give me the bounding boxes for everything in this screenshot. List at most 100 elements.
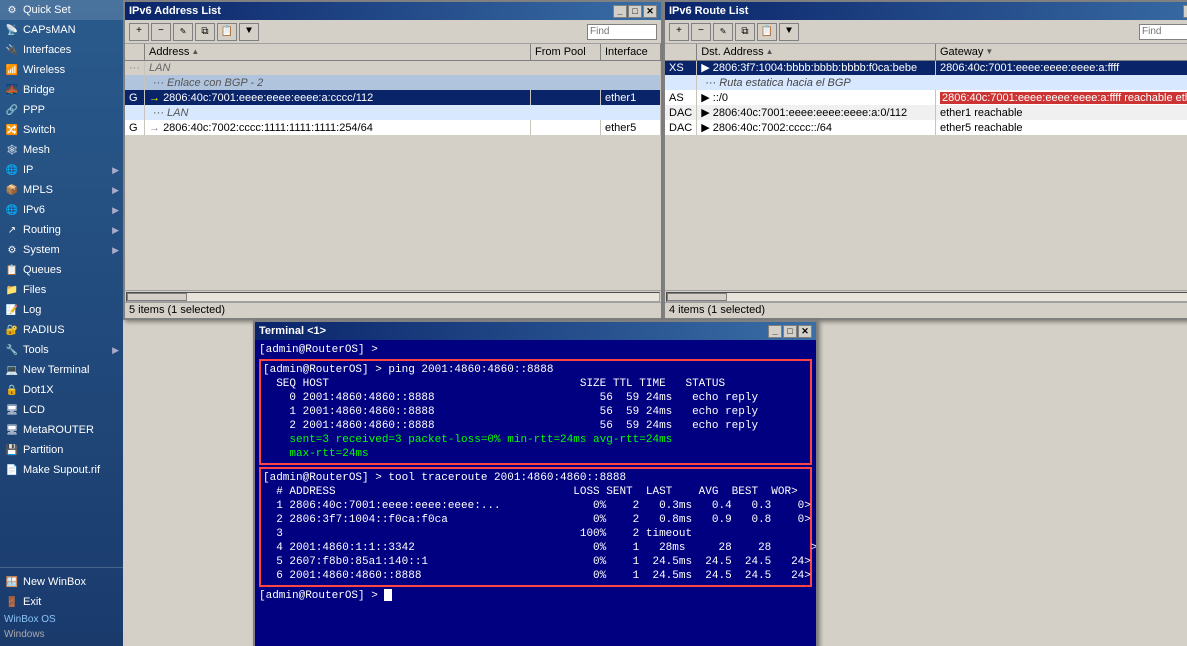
wireless-icon: 📶 <box>4 62 20 78</box>
addr-scrollbar-h[interactable] <box>125 290 661 302</box>
route-edit-btn[interactable]: ✎ <box>713 23 733 41</box>
addr-copy-btn[interactable]: ⧉ <box>195 23 215 41</box>
addr-edit-btn[interactable]: ✎ <box>173 23 193 41</box>
exit-icon: 🚪 <box>4 594 20 610</box>
terminal-close-btn[interactable]: ✕ <box>798 325 812 338</box>
traceroute-row-1: 2 2806:3f7:1004::f0ca:f0ca 0% 2 0.8ms 0.… <box>263 513 808 527</box>
addr-paste-btn[interactable]: 📋 <box>217 23 237 41</box>
radius-icon: 🔐 <box>4 322 20 338</box>
sidebar-item-partition[interactable]: 💾 Partition <box>0 440 123 460</box>
ping-prompt: [admin@RouterOS] > ping 2001:4860:4860::… <box>263 363 808 377</box>
sidebar-item-wireless[interactable]: 📶 Wireless <box>0 60 123 80</box>
sidebar-item-log[interactable]: 📝 Log <box>0 300 123 320</box>
gateway-highlight: 2806:40c:7001:eeee:eeee:eeee:a:ffff reac… <box>940 92 1187 104</box>
terminal-maximize-btn[interactable]: □ <box>783 325 797 338</box>
traceroute-row-0: 1 2806:40c:7001:eeee:eeee:eeee:... 0% 2 … <box>263 499 808 513</box>
table-row[interactable]: G → 2806:40c:7002:cccc:1111:1111:1111:25… <box>125 120 661 135</box>
sidebar-item-ipv6[interactable]: 🌐 IPv6 ▶ <box>0 200 123 220</box>
table-row[interactable]: ··· LAN <box>125 105 661 120</box>
addr-add-btn[interactable]: + <box>129 23 149 41</box>
terminal-titlebar[interactable]: Terminal <1> _ □ ✕ <box>255 322 816 340</box>
route-filter-btn[interactable]: ▼ <box>779 23 799 41</box>
route-row-flag: AS <box>665 90 697 105</box>
route-row-dst: ▶ ::/0 <box>697 90 936 105</box>
terminal-final-prompt[interactable]: [admin@RouterOS] > <box>259 589 812 603</box>
addr-filter-btn[interactable]: ▼ <box>239 23 259 41</box>
terminal-body[interactable]: [admin@RouterOS] > [admin@RouterOS] > pi… <box>255 340 816 646</box>
sidebar-item-ppp[interactable]: 🔗 PPP <box>0 100 123 120</box>
addr-col-pool[interactable]: From Pool <box>531 44 601 60</box>
route-col-dst[interactable]: Dst. Address ▲ <box>697 44 936 60</box>
sidebar-item-bridge[interactable]: 🌉 Bridge <box>0 80 123 100</box>
ping-row-2: 2 2001:4860:4860::8888 56 59 24ms echo r… <box>263 419 808 433</box>
addr-window-titlebar[interactable]: IPv6 Address List _ □ ✕ <box>125 2 661 20</box>
sidebar-item-files[interactable]: 📁 Files <box>0 280 123 300</box>
sidebar-item-make-supout[interactable]: 📄 Make Supout.rif <box>0 460 123 480</box>
route-row-gw: 2806:40c:7001:eeee:eeee:eeee:a:ffff <box>935 60 1187 75</box>
sidebar-item-lcd[interactable]: 🖥 LCD <box>0 400 123 420</box>
sidebar-item-mpls[interactable]: 📦 MPLS ▶ <box>0 180 123 200</box>
addr-col-iface[interactable]: Interface <box>601 44 661 60</box>
addr-scrollbar-track[interactable] <box>126 292 660 302</box>
terminal-ping-section: [admin@RouterOS] > ping 2001:4860:4860::… <box>259 359 812 465</box>
table-row[interactable]: G → 2806:40c:7001:eeee:eeee:eeee:a:cccc/… <box>125 90 661 105</box>
table-row[interactable]: DAC ▶ 2806:40c:7001:eeee:eeee:eeee:a:0/1… <box>665 105 1187 120</box>
table-row[interactable]: XS ▶ 2806:3f7:1004:bbbb:bbbb:bbbb:f0ca:b… <box>665 60 1187 75</box>
route-paste-btn[interactable]: 📋 <box>757 23 777 41</box>
sidebar-item-metarouter[interactable]: 🖥 MetaROUTER <box>0 420 123 440</box>
route-scrollbar-thumb[interactable] <box>667 293 727 301</box>
table-row[interactable]: ··· Enlace con BGP - 2 <box>125 75 661 90</box>
ipv6-icon: 🌐 <box>4 202 20 218</box>
addr-minimize-btn[interactable]: _ <box>613 5 627 18</box>
route-minimize-btn[interactable]: _ <box>1183 5 1187 18</box>
route-window-titlebar[interactable]: IPv6 Route List _ □ ✕ <box>665 2 1187 20</box>
terminal-minimize-btn[interactable]: _ <box>768 325 782 338</box>
sidebar-item-queues[interactable]: 📋 Queues <box>0 260 123 280</box>
route-col-gateway[interactable]: Gateway ▼ <box>935 44 1187 60</box>
sidebar-item-quick-set[interactable]: ⚙ Quick Set <box>0 0 123 20</box>
sidebar-item-tools[interactable]: 🔧 Tools ▶ <box>0 340 123 360</box>
route-find-input[interactable] <box>1139 24 1187 40</box>
addr-window-title: IPv6 Address List <box>129 5 221 17</box>
addr-table-scroll[interactable]: Address ▲ From Pool Interface ··· <box>125 44 661 290</box>
addr-table: Address ▲ From Pool Interface ··· <box>125 44 661 135</box>
route-table-scroll[interactable]: Dst. Address ▲ Gateway ▼ <box>665 44 1187 290</box>
dot1x-icon: 🔒 <box>4 382 20 398</box>
addr-row-pool <box>531 90 601 105</box>
addr-maximize-btn[interactable]: □ <box>628 5 642 18</box>
sidebar-item-mesh[interactable]: 🕸 Mesh <box>0 140 123 160</box>
addr-scrollbar-thumb[interactable] <box>127 293 187 301</box>
table-row[interactable]: DAC ▶ 2806:40c:7002:cccc::/64 ether5 rea… <box>665 120 1187 135</box>
addr-find-input[interactable] <box>587 24 657 40</box>
sidebar-item-switch[interactable]: 🔀 Switch <box>0 120 123 140</box>
route-add-btn[interactable]: + <box>669 23 689 41</box>
route-scrollbar-h[interactable] <box>665 290 1187 302</box>
sidebar-item-system[interactable]: ⚙ System ▶ <box>0 240 123 260</box>
tools-icon: 🔧 <box>4 342 20 358</box>
tools-arrow: ▶ <box>112 345 119 356</box>
sidebar-item-new-winbox[interactable]: 🪟 New WinBox <box>0 572 123 592</box>
sidebar-item-ip[interactable]: 🌐 IP ▶ <box>0 160 123 180</box>
sidebar-item-interfaces[interactable]: 🔌 Interfaces <box>0 40 123 60</box>
addr-remove-btn[interactable]: − <box>151 23 171 41</box>
route-remove-btn[interactable]: − <box>691 23 711 41</box>
sidebar-item-new-terminal[interactable]: 💻 New Terminal <box>0 360 123 380</box>
traceroute-header: # ADDRESS LOSS SENT LAST AVG BEST WOR> <box>263 485 808 499</box>
sidebar-item-dot1x[interactable]: 🔒 Dot1X <box>0 380 123 400</box>
table-row[interactable]: AS ▶ ::/0 2806:40c:7001:eeee:eeee:eeee:a… <box>665 90 1187 105</box>
sidebar-item-routing[interactable]: ↗ Routing ▶ <box>0 220 123 240</box>
new-terminal-icon: 💻 <box>4 362 20 378</box>
sidebar-item-capsman[interactable]: 📡 CAPsMAN <box>0 20 123 40</box>
table-row[interactable]: ··· LAN <box>125 60 661 75</box>
addr-close-btn[interactable]: ✕ <box>643 5 657 18</box>
addr-row-subgroup2: ··· LAN <box>145 105 661 120</box>
route-copy-btn[interactable]: ⧉ <box>735 23 755 41</box>
table-row[interactable]: ··· Ruta estatica hacia el BGP <box>665 75 1187 90</box>
addr-col-address[interactable]: Address ▲ <box>145 44 531 60</box>
terminal-traceroute-section: [admin@RouterOS] > tool traceroute 2001:… <box>259 467 812 587</box>
addr-table-header: Address ▲ From Pool Interface <box>125 44 661 60</box>
route-scrollbar-track[interactable] <box>666 292 1187 302</box>
switch-icon: 🔀 <box>4 122 20 138</box>
sidebar-item-radius[interactable]: 🔐 RADIUS <box>0 320 123 340</box>
sidebar-item-exit[interactable]: 🚪 Exit <box>0 592 123 612</box>
